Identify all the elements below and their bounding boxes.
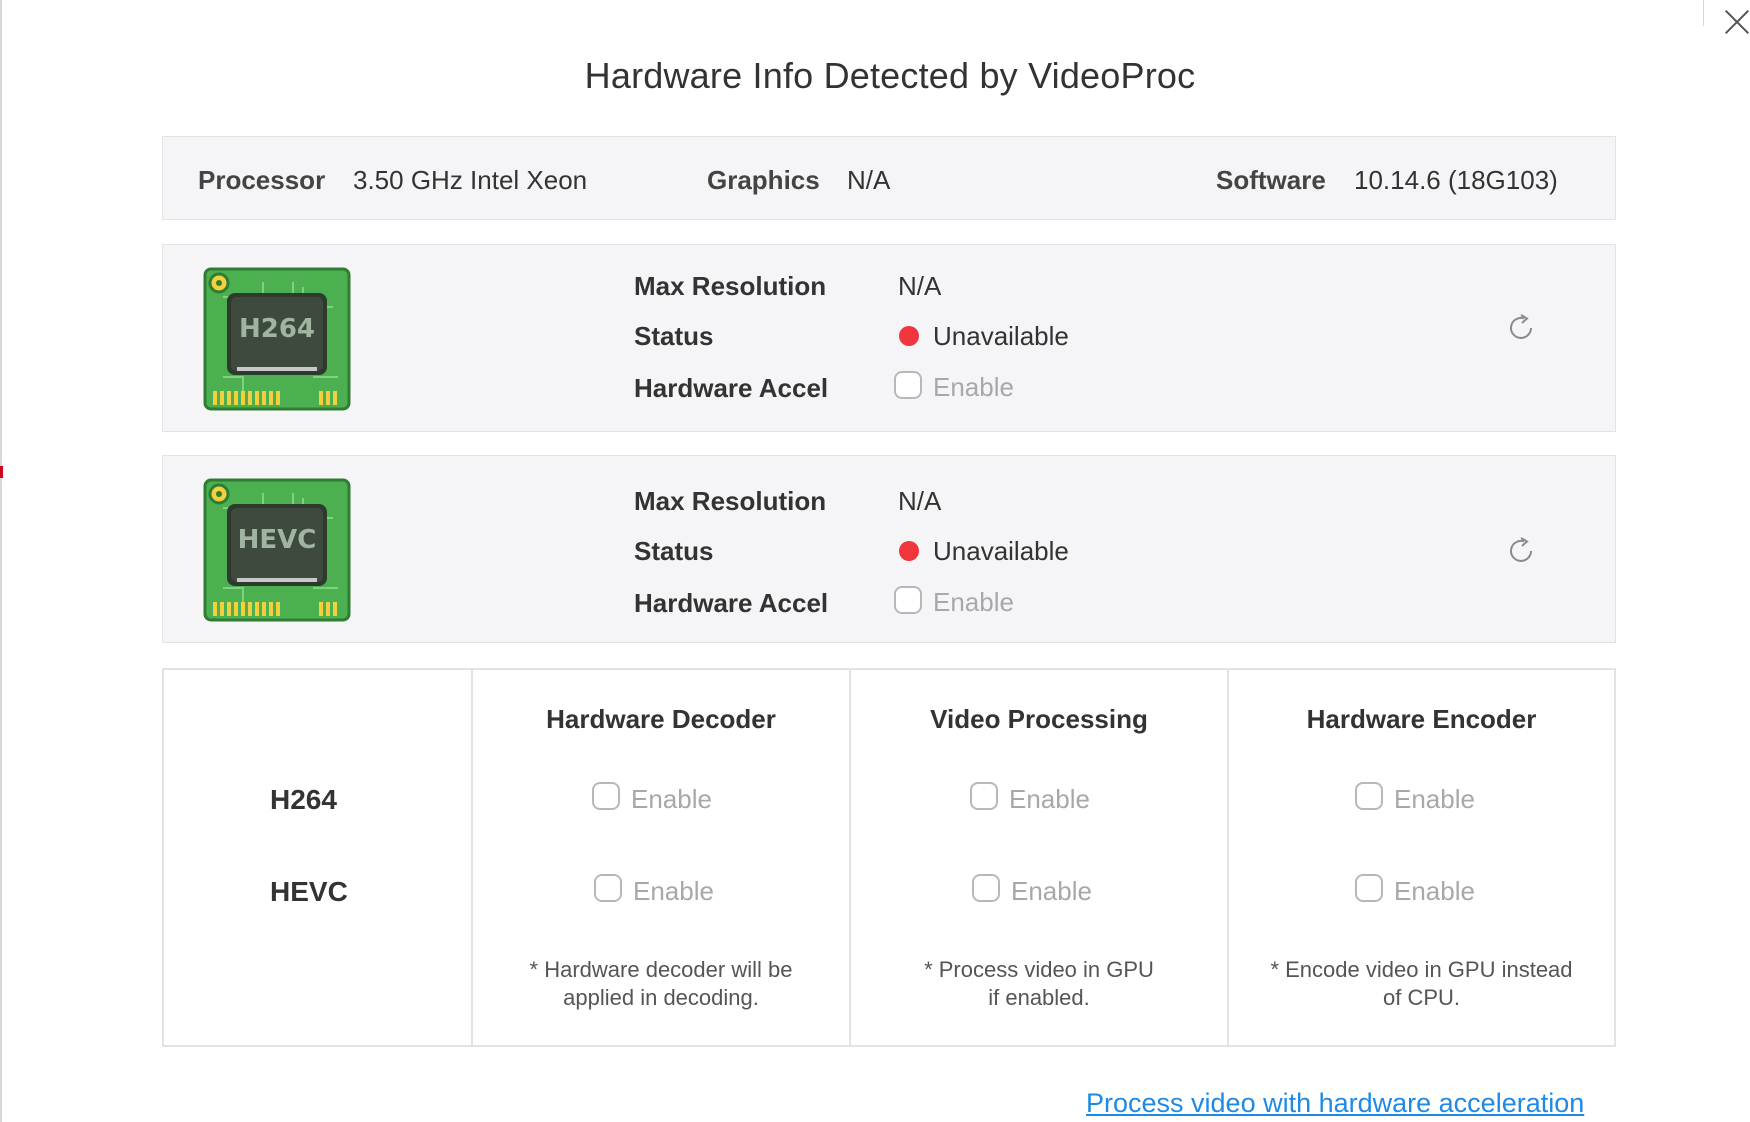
hardware-accel-label: Hardware Accel <box>634 588 829 618</box>
hevc-decoder-enable-label[interactable]: Enable <box>633 876 714 907</box>
max-resolution-label: Max Resolution <box>634 486 827 516</box>
status-label: Status <box>634 321 714 351</box>
note-video-processing: * Process video in GPU if enabled. <box>924 957 1154 1010</box>
codec-panel-hevc: HEVC Max Resolution N/A Status Unavailab… <box>162 455 1616 643</box>
row-header-h264: H264 <box>270 784 337 815</box>
max-resolution-label: Max Resolution <box>634 271 827 301</box>
status-red-dot <box>899 326 919 346</box>
close-separator <box>1703 0 1704 26</box>
h264-processing-checkbox[interactable] <box>970 782 998 810</box>
row-header-hevc: HEVC <box>270 876 348 907</box>
chip-icon: H264 <box>203 267 351 411</box>
svg-text:H264: H264 <box>239 314 315 344</box>
h264-decoder-checkbox[interactable] <box>592 782 620 810</box>
h264-encoder-checkbox[interactable] <box>1355 782 1383 810</box>
refresh-icon[interactable] <box>1507 313 1537 343</box>
hardware-accel-checkbox-label[interactable]: Enable <box>933 372 1014 403</box>
note-hardware-decoder: * Hardware decoder will be applied in de… <box>529 957 793 1010</box>
hevc-processing-checkbox[interactable] <box>972 874 1000 902</box>
svg-text:HEVC: HEVC <box>238 525 317 555</box>
capability-matrix: Hardware Decoder Video Processing Hardwa… <box>162 668 1616 1047</box>
window-left-edge <box>0 0 2 1122</box>
hevc-processing-enable-label[interactable]: Enable <box>1011 876 1092 907</box>
status-label: Status <box>634 536 714 566</box>
h264-encoder-enable-label[interactable]: Enable <box>1394 784 1475 815</box>
max-resolution-value: N/A <box>898 271 942 301</box>
software-label: Software <box>1216 165 1326 195</box>
graphics-value: N/A <box>847 165 891 195</box>
status-red-dot <box>899 541 919 561</box>
status-value: Unavailable <box>933 321 1069 351</box>
column-header-hardware-encoder: Hardware Encoder <box>1306 704 1537 734</box>
hevc-encoder-checkbox[interactable] <box>1355 874 1383 902</box>
window-edge-marker <box>0 466 3 478</box>
software-value: 10.14.6 (18G103) <box>1354 165 1558 195</box>
close-icon[interactable] <box>1722 6 1750 36</box>
status-value: Unavailable <box>933 536 1069 566</box>
hevc-decoder-checkbox[interactable] <box>594 874 622 902</box>
chip-icon: HEVC <box>203 478 351 622</box>
column-header-hardware-decoder: Hardware Decoder <box>546 704 776 734</box>
refresh-icon[interactable] <box>1507 536 1537 566</box>
system-info-bar: Processor 3.50 GHz Intel Xeon Graphics N… <box>162 136 1616 220</box>
column-header-video-processing: Video Processing <box>930 704 1148 734</box>
hardware-accel-label: Hardware Accel <box>634 373 829 403</box>
dialog-title: Hardware Info Detected by VideoProc <box>584 55 1196 96</box>
h264-processing-enable-label[interactable]: Enable <box>1009 784 1090 815</box>
max-resolution-value: N/A <box>898 486 942 516</box>
h264-decoder-enable-label[interactable]: Enable <box>631 784 712 815</box>
hardware-accel-checkbox[interactable] <box>894 371 922 399</box>
graphics-label: Graphics <box>707 165 820 195</box>
note-hardware-encoder: * Encode video in GPU instead of CPU. <box>1270 957 1573 1010</box>
hevc-encoder-enable-label[interactable]: Enable <box>1394 876 1475 907</box>
processor-value: 3.50 GHz Intel Xeon <box>353 165 588 195</box>
hardware-acceleration-link[interactable]: Process video with hardware acceleration <box>1086 1088 1584 1119</box>
hardware-accel-checkbox-label[interactable]: Enable <box>933 587 1014 618</box>
processor-label: Processor <box>198 165 326 195</box>
hardware-accel-checkbox[interactable] <box>894 586 922 614</box>
codec-panel-h264: H264 Max Resolution N/A Status Unavailab… <box>162 244 1616 432</box>
